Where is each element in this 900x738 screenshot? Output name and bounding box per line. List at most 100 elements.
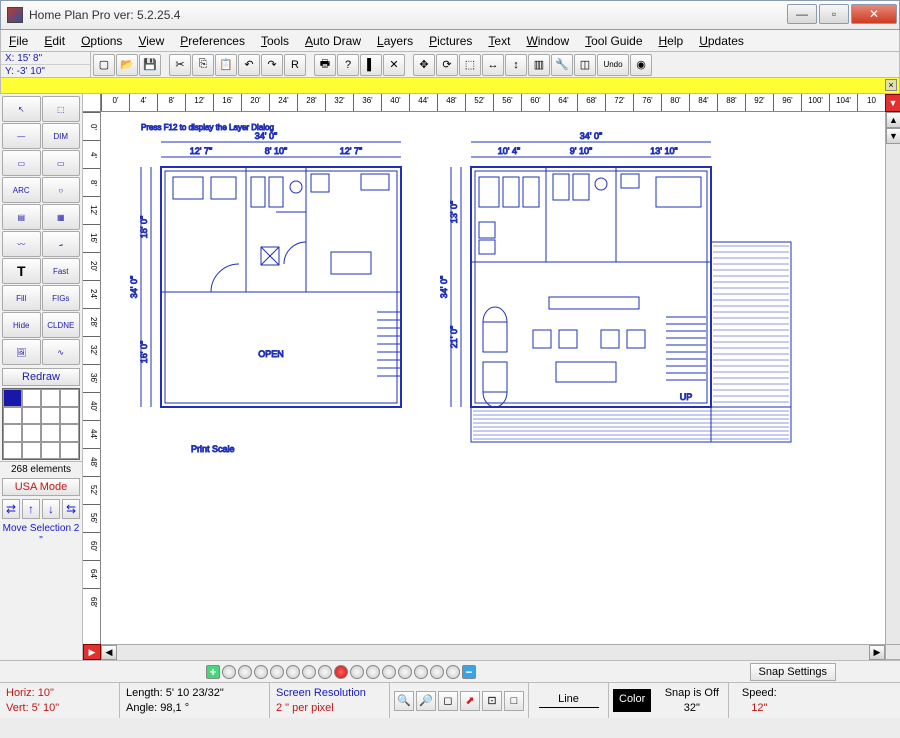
menu-options[interactable]: Options	[73, 32, 130, 50]
tool-hide[interactable]: Hide	[2, 312, 41, 338]
tool-curve[interactable]: 〰	[2, 231, 41, 257]
eraser-icon[interactable]: ◫	[574, 54, 596, 76]
snap-dot[interactable]	[430, 665, 444, 679]
snap-dot[interactable]	[414, 665, 428, 679]
menu-tools[interactable]: Tools	[253, 32, 297, 50]
tool-image[interactable]: 🖼	[2, 339, 41, 365]
snap-dot-active[interactable]	[334, 665, 348, 679]
snap-dot[interactable]	[254, 665, 268, 679]
redraw-button[interactable]: Redraw	[2, 368, 80, 386]
zoom-extents-icon[interactable]: ⊡	[482, 691, 502, 711]
drawing-canvas[interactable]: Press F12 to display the Layer Dialog 34…	[101, 112, 885, 644]
minimize-button[interactable]: —	[787, 4, 817, 24]
zoom-out-icon[interactable]: 🔎	[416, 691, 436, 711]
menu-edit[interactable]: Edit	[36, 32, 73, 50]
tool-angle[interactable]: ⦟	[42, 231, 81, 257]
select-dash-icon[interactable]: ⬚	[459, 54, 481, 76]
menu-tool-guide[interactable]: Tool Guide	[577, 32, 650, 50]
print-icon[interactable]: 🖶	[314, 54, 336, 76]
snap-dot[interactable]	[302, 665, 316, 679]
ruler-right-arrow-icon[interactable]: ▼	[885, 94, 900, 112]
snap-dot[interactable]	[238, 665, 252, 679]
snap-dot[interactable]	[222, 665, 236, 679]
snap-dot[interactable]	[398, 665, 412, 679]
tool-dim[interactable]: DIM	[42, 123, 81, 149]
snap-plus-icon[interactable]: +	[206, 665, 220, 679]
menu-updates[interactable]: Updates	[691, 32, 752, 50]
undo2-icon[interactable]: Undo	[597, 54, 629, 76]
move-right-icon[interactable]: ⇆	[62, 499, 80, 519]
tool-line[interactable]: —	[2, 123, 41, 149]
h-arrows-icon[interactable]: ↔	[482, 54, 504, 76]
zoom-select-icon[interactable]: ⬈	[460, 691, 480, 711]
tool-hatch[interactable]: ▤	[2, 204, 41, 230]
cut-icon[interactable]: ✂	[169, 54, 191, 76]
move-down-icon[interactable]: ↓	[42, 499, 60, 519]
tools-icon[interactable]: 🔧	[551, 54, 573, 76]
tool-rect[interactable]: ▭	[42, 150, 81, 176]
undo-icon[interactable]: ↶	[238, 54, 260, 76]
tool-text-t[interactable]: T	[2, 258, 41, 284]
tool-grid3[interactable]: ▦	[42, 204, 81, 230]
tool-circle[interactable]: ○	[42, 177, 81, 203]
tool-select-box[interactable]: ⬚	[42, 96, 81, 122]
snap-dot[interactable]	[366, 665, 380, 679]
door-icon[interactable]: ▌	[360, 54, 382, 76]
maximize-button[interactable]: ▫	[819, 4, 849, 24]
usa-mode-button[interactable]: USA Mode	[2, 478, 80, 496]
color-palette[interactable]	[2, 388, 80, 460]
horizontal-scrollbar[interactable]: ◀ ▶	[101, 644, 885, 660]
vertical-scrollbar[interactable]: ▲ ▼	[885, 112, 900, 644]
color-button[interactable]: Color	[613, 689, 651, 712]
hint-close-icon[interactable]: ×	[885, 79, 897, 91]
columns-icon[interactable]: ▥	[528, 54, 550, 76]
scroll-up-icon[interactable]: ▲	[886, 112, 900, 128]
paste-icon[interactable]: 📋	[215, 54, 237, 76]
move-left-icon[interactable]: ⇄	[2, 499, 20, 519]
snap-dot[interactable]	[350, 665, 364, 679]
move-up-icon[interactable]: ↑	[22, 499, 40, 519]
menu-window[interactable]: Window	[518, 32, 577, 50]
scroll-down-icon[interactable]: ▼	[886, 128, 900, 144]
ruler-origin-arrow-icon[interactable]: ▶	[83, 644, 101, 660]
zoom-in-icon[interactable]: 🔍	[394, 691, 414, 711]
globe-icon[interactable]: ◉	[630, 54, 652, 76]
menu-text[interactable]: Text	[480, 32, 518, 50]
help-q-icon[interactable]: ?	[337, 54, 359, 76]
tool-arc[interactable]: ARC	[2, 177, 41, 203]
snap-dot[interactable]	[286, 665, 300, 679]
snap-minus-icon[interactable]: −	[462, 665, 476, 679]
linestyle-box[interactable]: Line	[529, 683, 609, 718]
menu-help[interactable]: Help	[651, 32, 692, 50]
save-icon[interactable]: 💾	[139, 54, 161, 76]
snap-dot[interactable]	[382, 665, 396, 679]
tool-spline[interactable]: ∿	[42, 339, 81, 365]
tool-figs[interactable]: FIGs	[42, 285, 81, 311]
zoom-reset-icon[interactable]: □	[504, 691, 524, 711]
tool-pointer[interactable]: ↖	[2, 96, 41, 122]
scroll-left-icon[interactable]: ◀	[101, 645, 117, 660]
menu-auto-draw[interactable]: Auto Draw	[297, 32, 369, 50]
open-icon[interactable]: 📂	[116, 54, 138, 76]
move-icon[interactable]: ✥	[413, 54, 435, 76]
close-button[interactable]: ✕	[851, 4, 897, 24]
menu-preferences[interactable]: Preferences	[172, 32, 253, 50]
menu-layers[interactable]: Layers	[369, 32, 421, 50]
menu-file[interactable]: File	[1, 32, 36, 50]
tool-cldne[interactable]: CLDNE	[42, 312, 81, 338]
redo-icon[interactable]: ↷	[261, 54, 283, 76]
delete-x-icon[interactable]: ✕	[383, 54, 405, 76]
snap-dot[interactable]	[270, 665, 284, 679]
rect-r-icon[interactable]: R	[284, 54, 306, 76]
tool-fill[interactable]: Fill	[2, 285, 41, 311]
tool-rect-outline[interactable]: ▭	[2, 150, 41, 176]
snap-dot[interactable]	[318, 665, 332, 679]
zoom-fit-icon[interactable]: ◻	[438, 691, 458, 711]
refresh-icon[interactable]: ⟳	[436, 54, 458, 76]
v-arrows-icon[interactable]: ↕	[505, 54, 527, 76]
snap-settings-button[interactable]: Snap Settings	[750, 663, 837, 681]
copy-icon[interactable]: ⎘	[192, 54, 214, 76]
snap-dot[interactable]	[446, 665, 460, 679]
tool-fast-t[interactable]: Fast	[42, 258, 81, 284]
scroll-right-icon[interactable]: ▶	[869, 645, 885, 660]
